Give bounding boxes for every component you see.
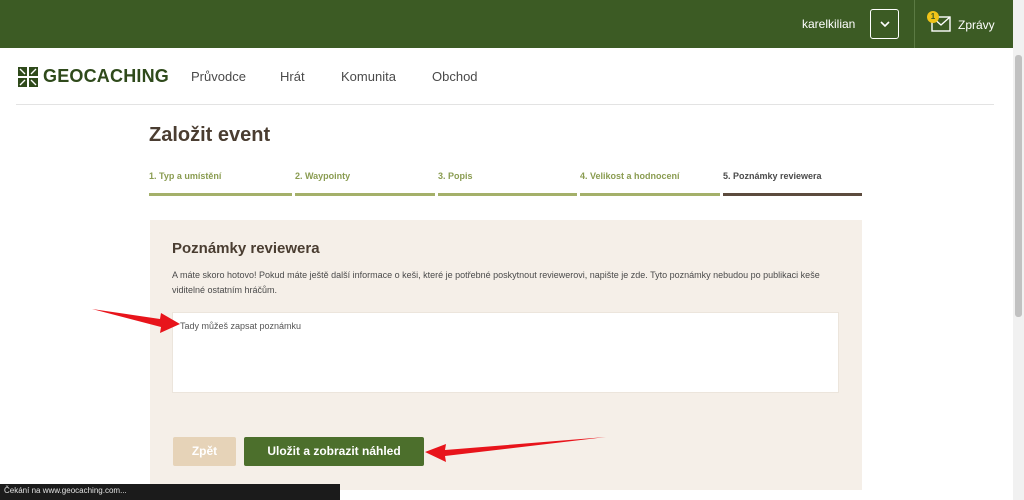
username-link[interactable]: karelkilian (802, 17, 855, 31)
nav-item-komunita[interactable]: Komunita (341, 69, 396, 84)
save-and-preview-button[interactable]: Uložit a zobrazit náhled (244, 437, 424, 466)
step-tab-5[interactable]: 5. Poznámky reviewera (723, 165, 862, 196)
step-tab-1[interactable]: 1. Typ a umístění (149, 165, 292, 196)
step-progress-bar (580, 193, 720, 196)
unread-messages-badge: 1 (927, 11, 939, 23)
header-divider (914, 0, 915, 48)
reviewer-notes-textarea[interactable]: Tady můžeš zapsat poznámku (172, 312, 839, 393)
step-progress-bar (438, 193, 577, 196)
nav-item-pruvodce[interactable]: Průvodce (191, 69, 246, 84)
nav-item-obchod[interactable]: Obchod (432, 69, 478, 84)
browser-status-bar: Čekání na www.geocaching.com... (0, 484, 340, 500)
geocaching-logo[interactable]: GEOCACHING (18, 66, 169, 87)
chevron-down-icon (880, 21, 890, 28)
step-label: 5. Poznámky reviewera (723, 171, 822, 181)
notes-text: Tady můžeš zapsat poznámku (180, 321, 302, 331)
page-title: Založit event (149, 124, 271, 146)
status-text: Čekání na www.geocaching.com... (4, 486, 127, 495)
messages-link[interactable]: Zprávy (958, 18, 995, 32)
geocaching-logo-icon (18, 66, 38, 87)
step-progress-bar (149, 193, 292, 196)
step-label: 4. Velikost a hodnocení (580, 171, 680, 181)
step-tab-3[interactable]: 3. Popis (438, 165, 577, 196)
logo-text: GEOCACHING (43, 66, 170, 86)
step-label: 1. Typ a umístění (149, 171, 222, 181)
step-tab-4[interactable]: 4. Velikost a hodnocení (580, 165, 720, 196)
nav-divider (16, 104, 994, 105)
nav-item-hrat[interactable]: Hrát (280, 69, 305, 84)
step-progress-bar (295, 193, 435, 196)
step-label: 2. Waypointy (295, 171, 351, 181)
panel-description: A máte skoro hotovo! Pokud máte ještě da… (172, 270, 820, 295)
panel-title: Poznámky reviewera (172, 240, 320, 257)
step-label: 3. Popis (438, 171, 473, 181)
scrollbar-thumb[interactable] (1015, 55, 1022, 317)
step-progress-bar (723, 193, 862, 196)
user-menu-dropdown-button[interactable] (870, 9, 899, 39)
back-button[interactable]: Zpět (173, 437, 236, 466)
step-tab-2[interactable]: 2. Waypointy (295, 165, 435, 196)
